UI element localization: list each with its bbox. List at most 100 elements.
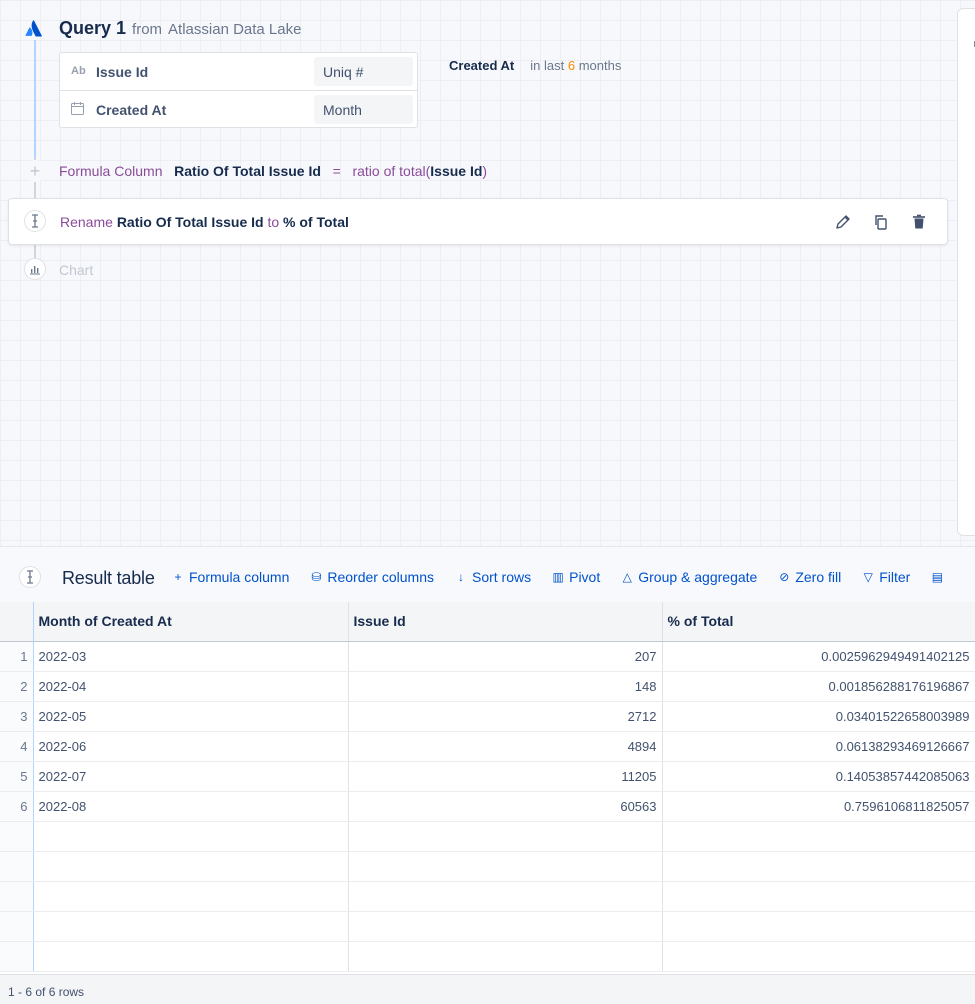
side-panel[interactable]: 🔍︎ [957,8,975,536]
duplicate-icon[interactable] [871,212,891,232]
formula-step[interactable]: Formula Column Ratio Of Total Issue Id =… [59,163,487,179]
sort-rows-button[interactable]: ↓ Sort rows [454,569,531,585]
formula-keyword: Formula Column [59,163,163,179]
table-cell[interactable]: 2022-03 [33,641,349,672]
filter-icon: ▽ [863,570,873,584]
table-cell[interactable] [348,911,663,942]
table-cell[interactable]: 0.001856288176196867 [662,671,975,702]
plus-icon[interactable]: + [24,160,46,182]
table-row[interactable]: 2 2022-04 148 0.001856288176196867 [0,671,975,702]
field-row-issue-id[interactable]: Ab Issue Id Uniq # [60,53,417,91]
rename-keyword: Rename [60,214,113,230]
row-index [0,911,34,942]
field-row-created-at[interactable]: Created At Month [60,91,417,129]
button-label: Zero fill [795,569,842,585]
table-body: 1 2022-03 207 0.0025962949491402125 2 2022-04… [0,641,975,972]
text-type-badge: Ab [71,65,86,77]
table-cell[interactable]: 2022-08 [33,791,349,822]
filter-button[interactable]: ▽ Filter [861,569,911,585]
row-index [0,881,34,912]
delete-trash-icon[interactable] [909,212,929,232]
atlassian-logo-icon [23,17,45,39]
table-cell[interactable]: 4894 [348,731,663,762]
table-row[interactable]: 4 2022-06 4894 0.06138293469126667 [0,731,975,762]
table-header-row: Month of Created At Issue Id % of Total [0,602,975,642]
table-row[interactable] [0,851,975,882]
table-cell[interactable] [662,851,975,882]
table-cell[interactable] [348,881,663,912]
reorder-columns-button[interactable]: ⛁ Reorder columns [309,569,434,585]
table-cell[interactable]: 0.06138293469126667 [662,731,975,762]
table-cell[interactable]: 2022-05 [33,701,349,732]
rename-to: % of Total [283,214,349,230]
table-cell[interactable] [33,881,349,912]
row-index: 1 [0,641,34,672]
table-cell[interactable]: 0.14053857442085063 [662,761,975,792]
query-filter[interactable]: Created At in last 6 months [449,58,621,73]
table-row[interactable] [0,911,975,942]
table-cell[interactable]: 207 [348,641,663,672]
table-row[interactable] [0,881,975,912]
pivot-icon: ▥ [552,570,564,584]
rename-from: Ratio Of Total Issue Id [116,214,264,230]
table-row[interactable] [0,941,975,972]
table-cell[interactable]: 0.0025962949491402125 [662,641,975,672]
query-title[interactable]: Query 1 from Atlassian Data Lake [59,18,301,39]
filter-number: 6 [567,58,576,73]
table-row[interactable]: 6 2022-08 60563 0.7596106811825057 [0,791,975,822]
group-icon: △ [622,570,632,584]
bar-chart-icon[interactable] [24,258,46,280]
table-cell[interactable]: 148 [348,671,663,702]
row-index [0,821,34,852]
formula-column-name: Ratio Of Total Issue Id [174,163,321,179]
table-cell[interactable] [33,911,349,942]
table-row[interactable] [0,821,975,852]
table-cell[interactable] [33,851,349,882]
zero-fill-button[interactable]: ⊘ Zero fill [777,569,841,585]
plus-icon: + [174,570,182,584]
step-timeline-active [34,40,36,158]
pivot-button[interactable]: ▥ Pivot [551,569,600,585]
rename-text: Rename Ratio Of Total Issue Id to % of T… [60,214,349,230]
table-cell[interactable]: 2022-04 [33,671,349,702]
table-cell[interactable]: 2712 [348,701,663,732]
table-cell[interactable] [348,851,663,882]
table-cell[interactable]: 0.7596106811825057 [662,791,975,822]
row-index: 5 [0,761,34,792]
table-cell[interactable] [348,941,663,972]
table-cell[interactable] [33,821,349,852]
field-aggregation[interactable]: Month [314,95,413,124]
column-header[interactable]: Issue Id [348,602,663,642]
result-toolbar: Result table + Formula column ⛁ Reorder co… [0,546,975,603]
rename-to-word: to [267,214,280,230]
edit-pencil-icon[interactable] [833,212,853,232]
query-canvas: Query 1 from Atlassian Data Lake Ab Issu… [0,0,975,546]
row-index: 2 [0,671,34,702]
table-cell[interactable] [662,911,975,942]
table-icon: ▤ [931,570,944,584]
table-cell[interactable] [33,941,349,972]
table-cell[interactable]: 60563 [348,791,663,822]
table-row[interactable]: 1 2022-03 207 0.0025962949491402125 [0,641,975,672]
table-cell[interactable] [662,881,975,912]
table-cell[interactable] [662,821,975,852]
query-source[interactable]: Atlassian Data Lake [168,21,301,38]
chart-step-label[interactable]: Chart [59,262,93,278]
button-label: Pivot [569,569,601,585]
table-cell[interactable]: 2022-07 [33,761,349,792]
column-header[interactable]: Month of Created At [33,602,349,642]
table-cell[interactable] [662,941,975,972]
column-header[interactable]: % of Total [662,602,975,642]
formula-column-button[interactable]: + Formula column [171,569,289,585]
group-aggregate-button[interactable]: △ Group & aggregate [620,569,758,585]
table-row[interactable]: 5 2022-07 11205 0.14053857442085063 [0,761,975,792]
more-actions-button[interactable]: ▤ [930,569,944,585]
table-cell[interactable] [348,821,663,852]
table-row[interactable]: 3 2022-05 2712 0.03401522658003989 [0,701,975,732]
table-cell[interactable]: 2022-06 [33,731,349,762]
rename-step-card[interactable]: Rename Ratio Of Total Issue Id to % of T… [8,198,948,245]
table-cell[interactable]: 0.03401522658003989 [662,701,975,732]
field-aggregation[interactable]: Uniq # [314,57,413,86]
table-cell[interactable]: 11205 [348,761,663,792]
formula-function: ratio of total( [352,163,431,179]
